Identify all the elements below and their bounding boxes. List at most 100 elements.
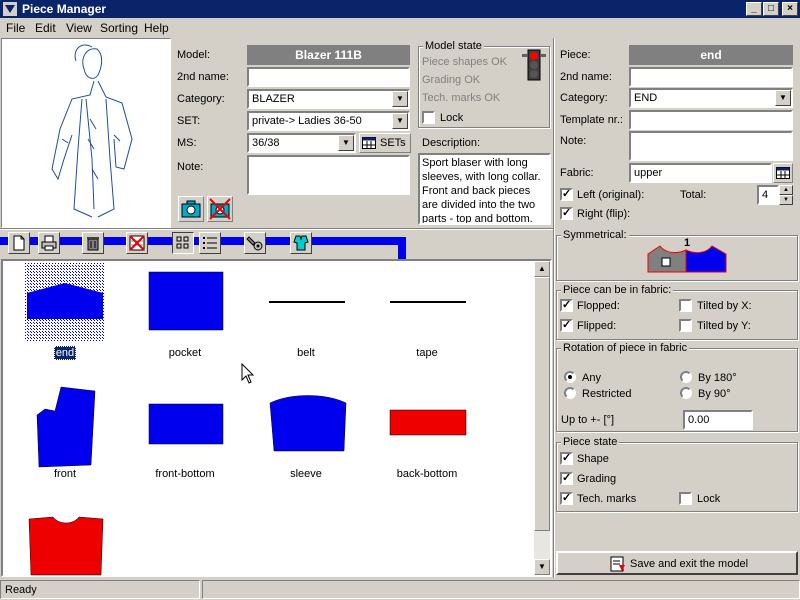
piece-lock-checkbox[interactable] (679, 492, 692, 505)
print-button[interactable] (38, 232, 60, 254)
piece-item-tape[interactable]: tape (367, 261, 487, 381)
new-button[interactable] (8, 232, 30, 254)
remove-photo-button[interactable] (207, 196, 233, 222)
piece-item-back[interactable] (5, 501, 125, 577)
total-down-button[interactable]: ▼ (779, 195, 793, 205)
maximize-button[interactable]: □ (763, 2, 779, 16)
camera-button[interactable] (178, 196, 204, 222)
right-flip-label: Right (flip): (577, 208, 631, 220)
model-state-item: Piece shapes OK (422, 56, 507, 68)
traffic-light-icon (522, 49, 546, 81)
close-button[interactable]: × (782, 2, 798, 16)
piece-sleeve-shape (269, 395, 347, 452)
template-label: Template nr.: (560, 114, 623, 126)
minimize-button[interactable]: _ (746, 2, 762, 16)
scroll-down-button[interactable]: ▼ (534, 559, 550, 575)
piece-label: front-bottom (155, 468, 215, 480)
model-category-value: BLAZER (252, 93, 295, 105)
symmetry-preview[interactable] (646, 244, 728, 274)
piece-item-front-bottom[interactable]: front-bottom (125, 381, 245, 501)
tech-marks-label: Tech. marks (577, 493, 637, 505)
list-view-button[interactable] (199, 232, 221, 254)
rotation-any-radio[interactable] (564, 371, 576, 383)
description-field[interactable]: Sport blaser with long sleeves, with lon… (418, 153, 551, 225)
menu-sorting[interactable]: Sorting (100, 21, 138, 35)
chevron-down-icon[interactable]: ▼ (392, 91, 408, 107)
tilted-x-checkbox[interactable] (679, 299, 692, 312)
total-up-button[interactable]: ▲ (779, 185, 793, 195)
model-category-combo[interactable]: BLAZER ▼ (247, 89, 410, 109)
ms-combo[interactable]: 36/38 ▼ (247, 133, 356, 153)
mouse-pointer-icon (241, 363, 255, 384)
template-field[interactable] (629, 110, 793, 130)
status-text: Ready (5, 584, 37, 596)
piece-item-end[interactable]: end (5, 261, 125, 381)
upto-field[interactable]: 0.00 (683, 410, 753, 430)
model-lock-checkbox[interactable] (422, 111, 435, 124)
rotation-restricted-radio[interactable] (564, 387, 576, 399)
menu-view[interactable]: View (66, 21, 92, 35)
grid-remove-icon (129, 235, 145, 251)
piece-item-belt[interactable]: belt (246, 261, 366, 381)
fabric-options-title: Piece can be in fabric: (561, 284, 674, 296)
menu-bar: File Edit View Sorting Help (0, 18, 800, 37)
piece-2nd-name-field[interactable] (629, 67, 793, 87)
piece-back-bottom-shape (389, 409, 467, 436)
vertical-scrollbar[interactable]: ▲ ▼ (534, 261, 550, 575)
tools-button[interactable] (244, 232, 266, 254)
menu-edit[interactable]: Edit (35, 21, 56, 35)
rotation-90-radio[interactable] (680, 387, 692, 399)
piece-item-sleeve[interactable]: sleeve (246, 381, 366, 501)
grading-checkbox[interactable]: ✓ (560, 472, 573, 485)
save-exit-label: Save and exit the model (630, 558, 749, 570)
piece-note-field[interactable] (629, 131, 793, 161)
tilted-y-checkbox[interactable] (679, 319, 692, 332)
model-name-banner: Blazer 111B (247, 45, 410, 65)
upto-label: Up to +- [°] (561, 414, 615, 426)
large-icons-view-button[interactable] (172, 232, 194, 254)
delete-button[interactable] (82, 232, 104, 254)
piece-state-title: Piece state (561, 436, 620, 448)
remove-grid-button[interactable] (126, 232, 148, 254)
piece-item-pocket[interactable]: pocket (125, 261, 245, 381)
model-note-field[interactable] (247, 155, 410, 195)
piece-label: belt (297, 347, 315, 359)
piece-item-back-bottom[interactable]: back-bottom (367, 381, 487, 501)
model-note-label: Note: (177, 161, 204, 173)
menu-file[interactable]: File (6, 21, 25, 35)
total-label: Total: (680, 189, 707, 201)
garment-button[interactable] (290, 232, 312, 254)
flipped-label: Flipped: (577, 320, 617, 332)
model-2nd-name-field[interactable] (247, 67, 410, 87)
right-flip-checkbox[interactable]: ✓ (560, 207, 573, 220)
panel-divider (553, 38, 555, 578)
piece-category-combo[interactable]: END ▼ (629, 88, 793, 108)
total-field[interactable]: 4 (757, 185, 779, 205)
flopped-checkbox[interactable]: ✓ (560, 299, 573, 312)
piece-item-front[interactable]: front (5, 381, 125, 501)
fabric-label: Fabric: (560, 167, 594, 179)
chevron-down-icon[interactable]: ▼ (338, 135, 354, 151)
left-original-checkbox[interactable]: ✓ (560, 188, 573, 201)
rotation-180-radio[interactable] (680, 371, 692, 383)
chevron-down-icon[interactable]: ▼ (775, 90, 791, 106)
menu-help[interactable]: Help (144, 21, 169, 35)
tech-marks-checkbox[interactable]: ✓ (560, 492, 573, 505)
model-category-label: Category: (177, 93, 225, 105)
scroll-thumb[interactable] (534, 277, 550, 531)
sets-button[interactable]: SETs (359, 133, 411, 153)
flipped-checkbox[interactable]: ✓ (560, 319, 573, 332)
set-combo[interactable]: private-> Ladies 36-50 ▼ (247, 111, 410, 131)
fabric-table-button[interactable] (773, 163, 793, 183)
new-page-icon (13, 235, 25, 251)
rotation-any-label: Any (582, 372, 601, 384)
chevron-down-icon[interactable]: ▼ (392, 113, 408, 129)
scroll-up-button[interactable]: ▲ (534, 261, 550, 277)
ms-value: 36/38 (252, 137, 280, 149)
fabric-field[interactable]: upper (629, 163, 772, 183)
shape-checkbox[interactable]: ✓ (560, 452, 573, 465)
save-exit-button[interactable]: Save and exit the model (556, 551, 798, 575)
piece-label: front (53, 468, 76, 480)
model-state-item: Grading OK (422, 74, 481, 86)
rotation-180-label: By 180° (698, 372, 737, 384)
